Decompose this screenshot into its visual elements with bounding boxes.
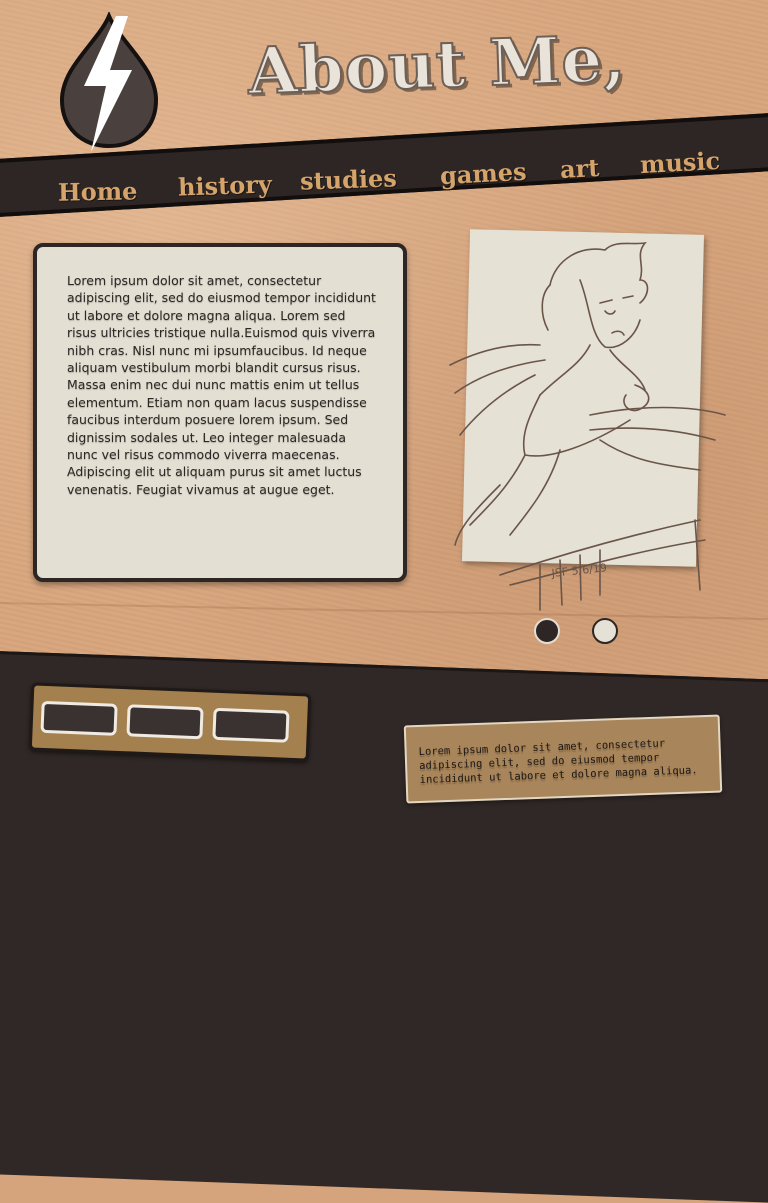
character-sketch-image: JSF 5/6/19 bbox=[449, 241, 726, 611]
nav-item-art[interactable]: art bbox=[559, 153, 600, 184]
slider-dot-2[interactable] bbox=[592, 618, 618, 644]
tray-button-3[interactable] bbox=[212, 707, 290, 743]
tray-button-1[interactable] bbox=[40, 700, 118, 736]
nav-item-games[interactable]: games bbox=[439, 157, 527, 190]
nav-item-history[interactable]: history bbox=[178, 169, 273, 201]
nav-item-home[interactable]: Home bbox=[58, 176, 138, 206]
sketch-signature: JSF 5/6/19 bbox=[550, 561, 608, 580]
nav-item-music[interactable]: music bbox=[639, 146, 721, 179]
page-title: About Me, bbox=[246, 20, 629, 110]
slider-dot-1[interactable] bbox=[534, 618, 560, 644]
nav-item-studies[interactable]: studies bbox=[300, 163, 398, 195]
tray-button-2[interactable] bbox=[126, 704, 204, 740]
button-tray bbox=[28, 682, 312, 762]
lightning-bolt-drop-icon[interactable] bbox=[58, 12, 160, 157]
about-text: Lorem ipsum dolor sit amet, consectetur … bbox=[67, 273, 376, 497]
about-text-card: Lorem ipsum dolor sit amet, consectetur … bbox=[33, 243, 407, 582]
footer-note-text: Lorem ipsum dolor sit amet, consectetur … bbox=[418, 737, 698, 787]
footer-note: Lorem ipsum dolor sit amet, consectetur … bbox=[403, 714, 723, 804]
